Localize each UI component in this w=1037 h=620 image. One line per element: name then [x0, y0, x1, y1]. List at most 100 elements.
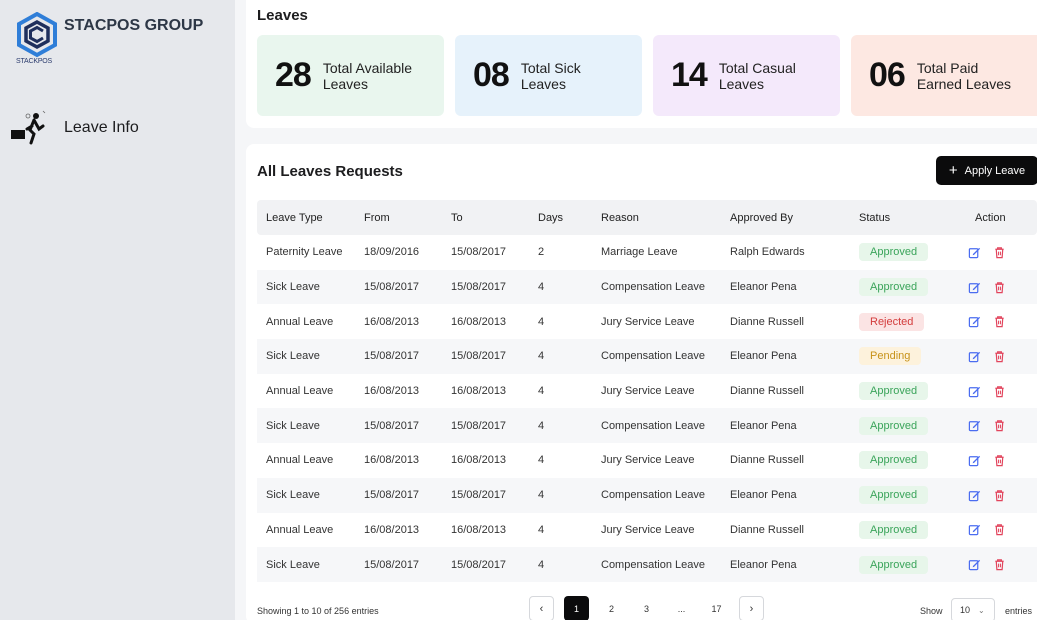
entries-per-page-select[interactable]: 10 ⌄: [951, 598, 995, 620]
stat-card-available: 28 Total Available Leaves: [257, 35, 444, 116]
edit-icon[interactable]: [968, 246, 981, 259]
stat-label: Total Sick Leaves: [520, 59, 581, 92]
column-header[interactable]: From: [364, 212, 451, 224]
entries-label: entries: [1005, 606, 1033, 616]
stat-value: 14: [671, 56, 708, 94]
stat-label: Total Casual Leaves: [718, 59, 796, 92]
table-row: Sick Leave 15/08/2017 15/08/2017 4 Compensat…: [257, 339, 1037, 374]
delete-icon[interactable]: [993, 523, 1006, 536]
leaves-summary-panel: Leaves 28 Total Available Leaves 08 Tota…: [246, 0, 1037, 128]
stat-value: 08: [473, 56, 510, 94]
to-date-cell: 16/08/2013: [451, 315, 507, 328]
delete-icon[interactable]: [993, 350, 1006, 363]
from-date-cell: 18/09/2016: [364, 246, 420, 259]
status-cell: Approved: [859, 416, 966, 435]
days-cell: 4: [538, 315, 545, 328]
reason-cell: Compensation Leave: [601, 350, 705, 363]
delete-icon[interactable]: [993, 558, 1006, 571]
column-header[interactable]: Status: [859, 212, 966, 224]
status-badge: Approved: [859, 520, 929, 539]
leave-type-cell: Sick Leave: [266, 281, 320, 294]
page-button[interactable]: 17: [704, 596, 729, 620]
prev-page-button[interactable]: ‹: [529, 596, 554, 620]
status-cell: Approved: [859, 243, 966, 262]
logo-text: STACKPOS: [16, 58, 53, 65]
delete-icon[interactable]: [993, 246, 1006, 259]
plus-icon: +: [948, 162, 958, 179]
status-badge: Approved: [859, 382, 929, 401]
edit-icon[interactable]: [968, 558, 981, 571]
delete-icon[interactable]: [993, 315, 1006, 328]
from-date-cell: 15/08/2017: [364, 489, 420, 502]
edit-icon[interactable]: [968, 419, 981, 432]
apply-leave-button[interactable]: + Apply Leave: [936, 156, 1037, 185]
delete-icon[interactable]: [993, 489, 1006, 502]
leave-type-cell: Annual Leave: [266, 385, 334, 398]
table-body: Paternity Leave 18/09/2016 15/08/2017 2 Marr…: [257, 235, 1037, 582]
leave-type-cell: Sick Leave: [266, 419, 320, 432]
status-cell: Approved: [859, 555, 966, 574]
edit-icon[interactable]: [968, 315, 981, 328]
page-ellipsis: ...: [677, 603, 686, 614]
delete-icon[interactable]: [993, 281, 1006, 294]
table-row: Sick Leave 15/08/2017 15/08/2017 4 Compensat…: [257, 477, 1037, 513]
edit-icon[interactable]: [968, 489, 981, 502]
leave-requests-panel: All Leaves Requests + Apply Leave Leave …: [246, 144, 1037, 620]
stat-card-sick: 08 Total Sick Leaves: [455, 35, 642, 116]
column-header[interactable]: Approved By: [730, 212, 859, 224]
status-badge: Approved: [859, 416, 929, 435]
page-button[interactable]: 1: [564, 596, 589, 620]
page-button[interactable]: 2: [599, 596, 624, 620]
edit-icon[interactable]: [968, 523, 981, 536]
to-date-cell: 15/08/2017: [451, 246, 507, 259]
column-header[interactable]: Days: [538, 212, 601, 224]
table-footer: Showing 1 to 10 of 256 entries ‹ 1 2 3 .…: [257, 596, 1037, 620]
edit-icon[interactable]: [968, 454, 981, 467]
to-date-cell: 15/08/2017: [451, 419, 507, 432]
reason-cell: Marriage Leave: [601, 246, 678, 259]
days-cell: 4: [538, 385, 545, 398]
to-date-cell: 15/08/2017: [451, 350, 507, 363]
to-date-cell: 15/08/2017: [451, 489, 507, 502]
leave-type-cell: Sick Leave: [266, 489, 320, 502]
to-date-cell: 16/08/2013: [451, 385, 507, 398]
column-header[interactable]: Reason: [601, 212, 730, 224]
days-cell: 4: [538, 489, 545, 502]
sidebar-item-leave-info[interactable]: Leave Info: [10, 110, 139, 146]
action-cell: [966, 246, 1037, 259]
sidebar: STACKPOS STACPOS GROUP Leave Info: [0, 0, 235, 620]
delete-icon[interactable]: [993, 454, 1006, 467]
delete-icon[interactable]: [993, 419, 1006, 432]
days-cell: 4: [538, 558, 545, 571]
table-row: Annual Leave 16/08/2013 16/08/2013 4 Jury Se…: [257, 443, 1037, 478]
column-header[interactable]: To: [451, 212, 538, 224]
delete-icon[interactable]: [993, 385, 1006, 398]
action-cell: [966, 558, 1037, 571]
approved-by-cell: Dianne Russell: [730, 454, 804, 467]
approved-by-cell: Eleanor Pena: [730, 281, 797, 294]
column-header[interactable]: Leave Type: [257, 212, 364, 224]
days-cell: 2: [538, 246, 545, 259]
action-cell: [966, 350, 1037, 363]
leave-person-icon: [11, 110, 46, 145]
stat-label: Total Available Leaves: [322, 59, 413, 92]
table-row: Annual Leave 16/08/2013 16/08/2013 4 Jury Se…: [257, 304, 1037, 339]
showing-entries-text: Showing 1 to 10 of 256 entries: [257, 606, 379, 616]
action-cell: [966, 385, 1037, 398]
table-row: Sick Leave 15/08/2017 15/08/2017 4 Compensat…: [257, 408, 1037, 444]
days-cell: 4: [538, 350, 545, 363]
status-badge: Approved: [859, 278, 929, 297]
requests-title: All Leaves Requests: [257, 163, 403, 180]
leaves-title: Leaves: [257, 7, 308, 24]
approved-by-cell: Dianne Russell: [730, 385, 804, 398]
status-badge: Rejected: [859, 312, 925, 331]
edit-icon[interactable]: [968, 281, 981, 294]
approved-by-cell: Eleanor Pena: [730, 558, 797, 571]
brand[interactable]: STACKPOS: [14, 11, 60, 70]
leave-type-cell: Annual Leave: [266, 315, 334, 328]
next-page-button[interactable]: ›: [739, 596, 764, 620]
page-button[interactable]: 3: [634, 596, 659, 620]
edit-icon[interactable]: [968, 385, 981, 398]
stat-card-paid-earned: 06 Total Paid Earned Leaves: [851, 35, 1037, 116]
edit-icon[interactable]: [968, 350, 981, 363]
